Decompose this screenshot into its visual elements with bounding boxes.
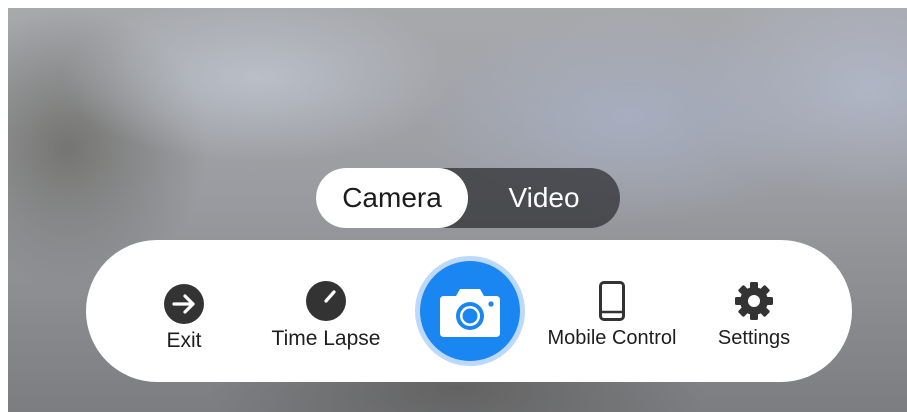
mobile-control-button[interactable]: Mobile Control	[536, 240, 688, 382]
time-lapse-label: Time Lapse	[271, 327, 381, 350]
camera-icon	[440, 289, 500, 337]
camera-mode-button[interactable]: Camera	[316, 168, 468, 228]
gear-icon	[735, 282, 773, 320]
camera-viewfinder: Camera Video Exit Time Lapse Mobile Cont…	[8, 8, 907, 412]
exit-label: Exit	[166, 329, 202, 352]
shutter-button[interactable]	[420, 261, 520, 361]
time-lapse-button[interactable]: Time Lapse	[256, 240, 396, 382]
control-bar: Exit Time Lapse Mobile Control Settings	[86, 240, 852, 382]
mode-toggle: Camera Video	[316, 168, 620, 228]
settings-button[interactable]: Settings	[702, 240, 806, 382]
clock-icon	[306, 281, 346, 321]
video-mode-button[interactable]: Video	[468, 168, 620, 228]
smartphone-icon	[599, 281, 625, 321]
mobile-control-label: Mobile Control	[547, 327, 677, 349]
exit-button[interactable]: Exit	[144, 240, 224, 382]
settings-label: Settings	[717, 327, 791, 349]
arrow-right-circle-icon	[164, 284, 204, 324]
